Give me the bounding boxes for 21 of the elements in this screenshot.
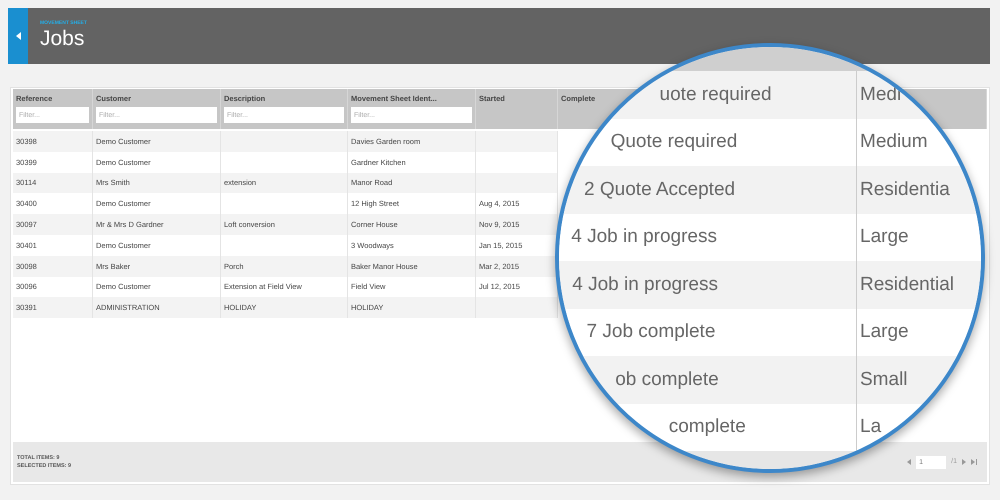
size-text: La xyxy=(860,415,882,439)
previous-page-icon[interactable] xyxy=(907,459,912,465)
status-text: ob complete xyxy=(615,368,719,392)
size-text: Small xyxy=(860,368,908,392)
size-text: Large xyxy=(860,225,909,249)
status-text: 2 Quote Accepted xyxy=(584,178,736,202)
status-text: uote required xyxy=(660,82,772,106)
size-text: Residentia xyxy=(860,178,950,202)
status-text: 4 Job in progress xyxy=(571,225,717,249)
size-text: Residential xyxy=(860,272,954,296)
size-text: Medium xyxy=(860,130,928,154)
page-title: Jobs xyxy=(40,26,86,52)
status-text: 7 Job complete xyxy=(586,320,716,344)
caret-left-icon xyxy=(16,32,20,40)
status-text: 4 Job in progress xyxy=(572,272,718,296)
size-text: Medi xyxy=(860,82,902,106)
next-page-icon[interactable] xyxy=(962,459,966,465)
last-page-icon[interactable] xyxy=(971,459,977,465)
size-text: Large xyxy=(860,320,909,344)
status-text: complete xyxy=(668,415,746,439)
status-text: Quote required xyxy=(610,130,738,154)
